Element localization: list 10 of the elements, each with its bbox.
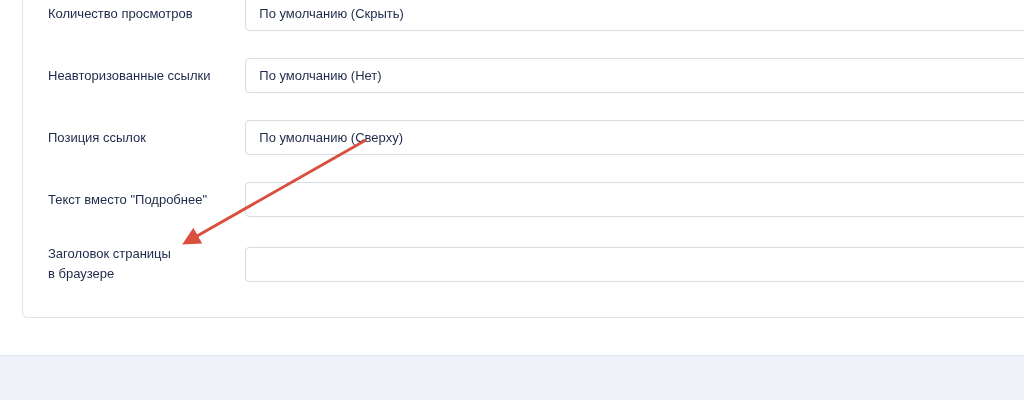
field-label: Заголовок страницы в браузере [48, 245, 172, 283]
field-label: Количество просмотров [48, 4, 194, 23]
field-label: Позиция ссылок [48, 128, 147, 147]
field-label: Текст вместо "Подробнее" [48, 190, 209, 209]
input-field[interactable]: По умолчанию (Скрыть) [245, 0, 1024, 31]
input-field[interactable] [245, 182, 1024, 217]
input-field[interactable]: По умолчанию (Сверху) [245, 120, 1024, 155]
input-field[interactable]: По умолчанию (Нет) [245, 58, 1024, 93]
field-label: Неавторизованные ссылки [48, 66, 212, 85]
input-field[interactable] [245, 246, 1024, 282]
